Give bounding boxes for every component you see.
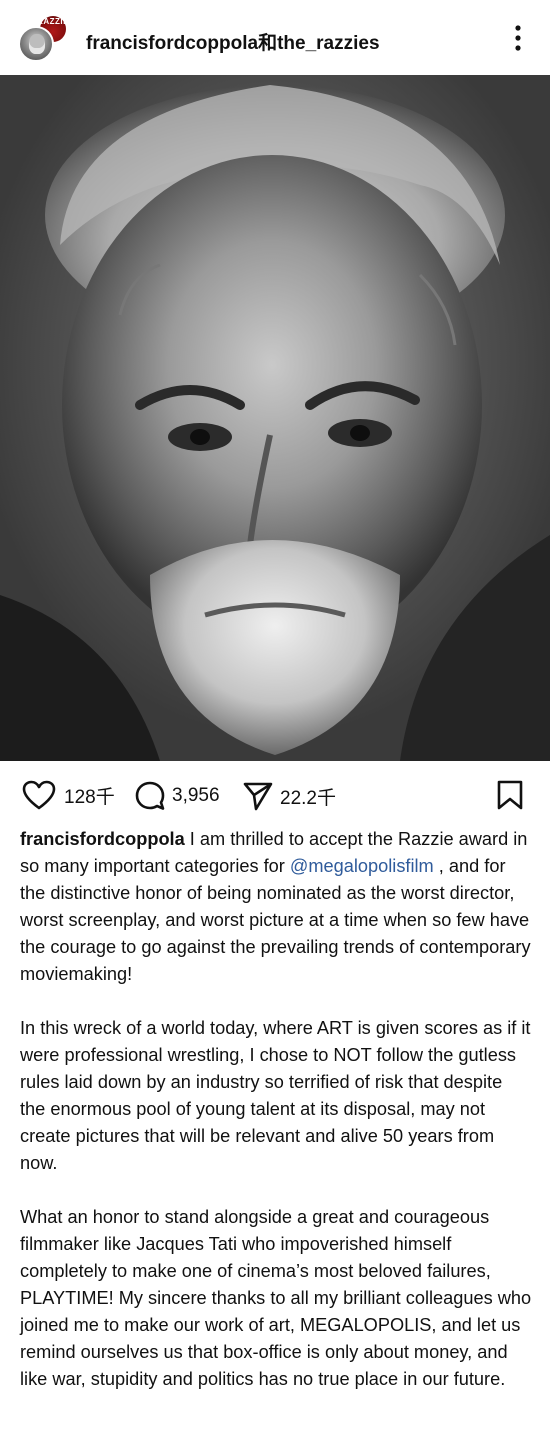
caption-author[interactable]: francisfordcoppola [20,829,185,849]
share-count: 22.2千 [280,787,336,809]
caption-paragraph-2: In this wreck of a world today, where AR… [20,1018,531,1173]
avatar-stack[interactable]: RAZZIE [18,12,74,64]
share-action[interactable]: 22.2千 [242,780,336,812]
bookmark-icon[interactable] [496,779,524,811]
razzies-badge-text: RAZZIE [37,17,69,26]
more-options-icon[interactable] [506,24,530,52]
coppola-avatar[interactable] [18,26,54,62]
like-action[interactable]: 128千 [22,780,115,810]
like-count: 128千 [64,786,115,808]
caption-mention-link[interactable]: @megalopolisfilm [290,856,434,876]
post-actions: 128千 3,956 22.2千 [0,770,550,820]
caption-paragraph-3: What an honor to stand alongside a great… [20,1207,532,1389]
post-photo[interactable] [0,75,550,761]
portrait-photo [0,75,550,761]
post-username[interactable]: francisfordcoppola和the_razzies [86,28,380,55]
comment-count: 3,956 [172,785,220,806]
send-icon[interactable] [242,780,274,812]
avatar-face [29,34,45,54]
caption-paragraph-1: francisfordcoppola I am thrilled to acce… [20,826,532,988]
comment-action[interactable]: 3,956 [134,780,220,812]
post-caption: francisfordcoppola I am thrilled to acce… [20,826,532,1420]
comment-icon[interactable] [134,780,166,812]
post-header: RAZZIE francisfordcoppola和the_razzies [0,0,550,75]
heart-icon[interactable] [22,780,56,810]
